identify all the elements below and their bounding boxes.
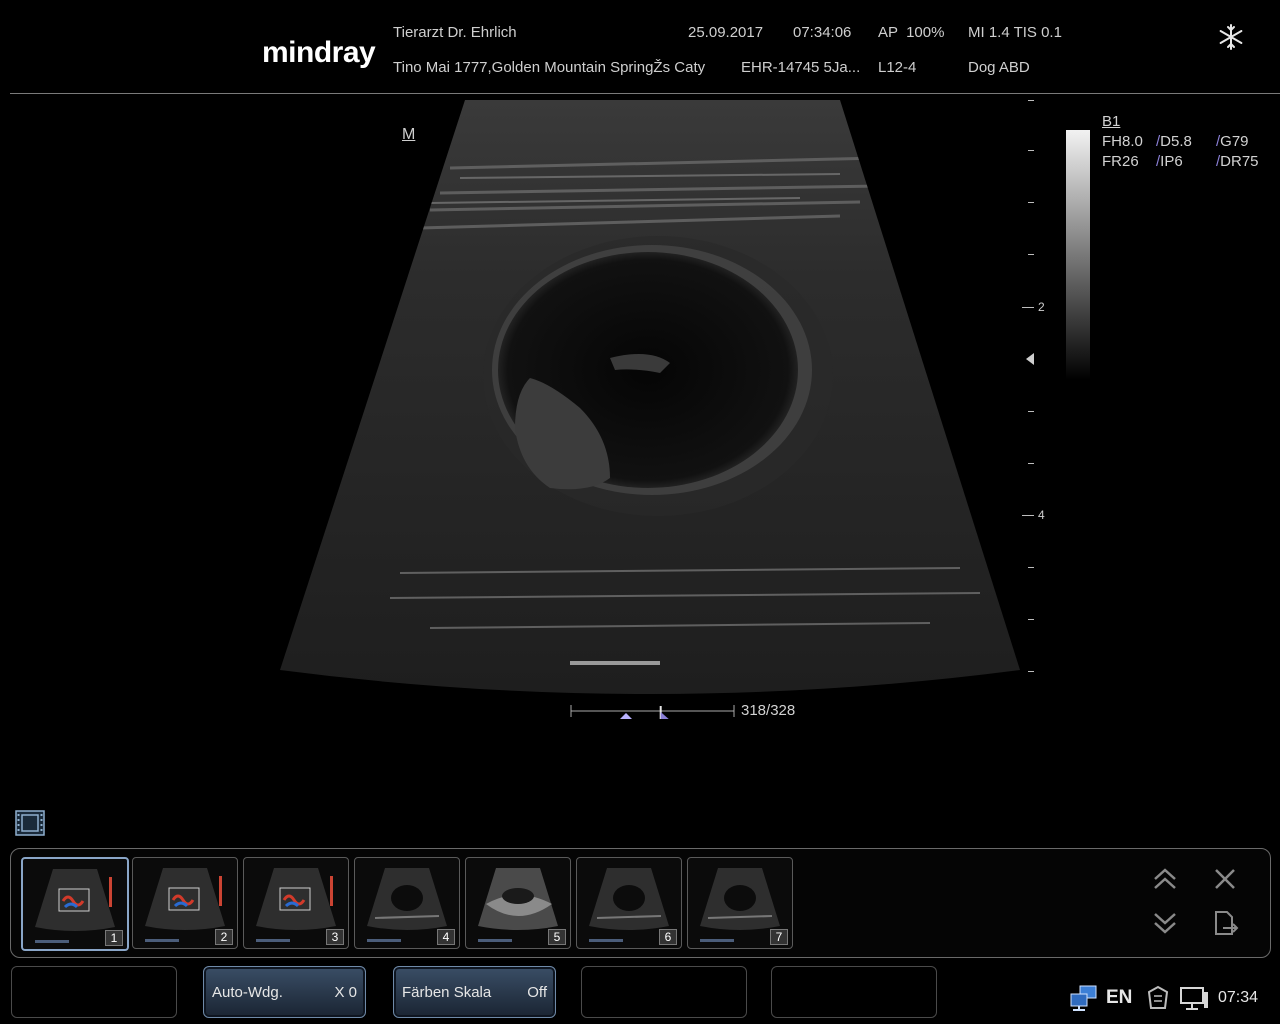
- softkey-button-4[interactable]: [581, 966, 747, 1018]
- thumbnail-info-bar: [35, 940, 69, 943]
- param-dr: DR75: [1220, 153, 1259, 170]
- mi-tis-index: MI 1.4 TIS 0.1: [968, 24, 1062, 41]
- exam-time: 07:34:06: [793, 24, 852, 41]
- param-row-2: FR26/IP6/DR75: [1102, 153, 1259, 170]
- thumbnail-number: 4: [437, 929, 455, 945]
- acoustic-power: AP 100%: [878, 24, 945, 41]
- thumbnail-number: 7: [770, 929, 788, 945]
- thumbnail-5[interactable]: 5: [465, 857, 571, 949]
- clinic-name: Tierarzt Dr. Ehrlich: [393, 24, 517, 41]
- thumbnail-number: 5: [548, 929, 566, 945]
- thumbnail-info-bar: [256, 939, 290, 942]
- param-g: G79: [1220, 133, 1249, 150]
- export-icon[interactable]: [1211, 909, 1239, 937]
- thumbnail-number: 6: [659, 929, 677, 945]
- param-title: B1: [1102, 113, 1121, 130]
- orientation-marker: M: [402, 126, 416, 143]
- gray-scale-bar: [1066, 130, 1090, 380]
- depth-tick: [1022, 515, 1034, 516]
- param-fh: FH8.0: [1102, 133, 1143, 150]
- thumbnail-number: 1: [105, 930, 123, 946]
- thumbnail-info-bar: [478, 939, 512, 942]
- thumbnail-info-bar: [145, 939, 179, 942]
- exam-date: 25.09.2017: [688, 24, 764, 41]
- thumbnail-info-bar: [589, 939, 623, 942]
- param-d: D5.8: [1160, 133, 1192, 150]
- softkey-button-1[interactable]: [11, 966, 177, 1018]
- printer-icon[interactable]: [1144, 984, 1172, 1012]
- depth-scale: 2 4: [1020, 98, 1060, 678]
- system-clock: 07:34: [1218, 989, 1259, 1006]
- depth-tick: [1028, 463, 1034, 464]
- patient-id: EHR-14745 5Ja...: [741, 59, 861, 76]
- patient-address: Tino Mai 1777,Golden Mountain SpringŽs C…: [393, 59, 706, 76]
- thumbnail-7[interactable]: 7: [687, 857, 793, 949]
- depth-tick: [1028, 150, 1034, 151]
- softkey-button-3[interactable]: Färben Skala Off: [393, 966, 556, 1018]
- cine-handle-icon[interactable]: [659, 706, 669, 719]
- depth-tick: [1028, 411, 1034, 412]
- thumbnail-image: [256, 868, 336, 930]
- thumbnail-image: [367, 868, 447, 930]
- softkey-button-5[interactable]: [771, 966, 937, 1018]
- film-strip-icon[interactable]: [14, 808, 46, 838]
- softkey-value: Off: [527, 984, 547, 1001]
- depth-tick: [1028, 671, 1034, 672]
- depth-tick: [1022, 307, 1034, 308]
- depth-tick: [1028, 619, 1034, 620]
- depth-label-4: 4: [1038, 508, 1045, 522]
- softkey-label: Färben Skala: [402, 984, 492, 1001]
- snowflake-icon[interactable]: [1216, 22, 1246, 52]
- close-icon[interactable]: [1211, 865, 1239, 893]
- depth-tick: [1028, 567, 1034, 568]
- thumbnail-1[interactable]: 1: [21, 857, 129, 951]
- scroll-up-icon[interactable]: [1151, 865, 1179, 893]
- depth-tick: [1028, 202, 1034, 203]
- thumbnail-4[interactable]: 4: [354, 857, 460, 949]
- thumbnail-number: 2: [215, 929, 233, 945]
- scroll-down-icon[interactable]: [1151, 909, 1179, 937]
- header-divider: [10, 93, 1280, 94]
- probe-name: L12-4: [878, 59, 917, 76]
- mindray-logo: mindray: [262, 36, 376, 69]
- display-icon[interactable]: [1178, 984, 1210, 1012]
- thumbnail-image: [145, 868, 225, 930]
- param-fr: FR26: [1102, 153, 1139, 170]
- depth-tick: [1028, 100, 1034, 101]
- ultrasound-image[interactable]: [280, 98, 1020, 700]
- language-indicator[interactable]: EN: [1106, 987, 1132, 1009]
- param-ip: IP6: [1160, 153, 1183, 170]
- exam-type: Dog ABD: [968, 59, 1030, 76]
- thumbnail-image: [589, 868, 669, 930]
- softkey-label: Auto-Wdg.: [212, 984, 283, 1001]
- thumbnail-info-bar: [700, 939, 734, 942]
- thumbnail-image: [478, 868, 558, 930]
- thumbnail-number: 3: [326, 929, 344, 945]
- frame-counter: 318/328: [741, 702, 796, 719]
- thumbnail-image: [35, 869, 115, 931]
- thumbnail-image: [700, 868, 780, 930]
- softkey-button-2[interactable]: Auto-Wdg. X 0: [203, 966, 366, 1018]
- depth-tick: [1028, 254, 1034, 255]
- thumbnail-info-bar: [367, 939, 401, 942]
- focus-marker-icon[interactable]: [1026, 353, 1034, 365]
- depth-label-2: 2: [1038, 300, 1045, 314]
- thumbnail-6[interactable]: 6: [576, 857, 682, 949]
- cine-progress-bar[interactable]: [570, 700, 735, 722]
- thumbnail-2[interactable]: 2: [132, 857, 238, 949]
- network-icon[interactable]: [1068, 984, 1100, 1012]
- thumbnail-panel: 1 2 3 4 5 6 7: [10, 848, 1271, 958]
- param-row-1: FH8.0/D5.8/G79: [1102, 133, 1249, 150]
- imaging-parameters: B1 FH8.0/D5.8/G79 FR26/IP6/DR75: [1102, 112, 1259, 172]
- thumbnail-3[interactable]: 3: [243, 857, 349, 949]
- softkey-value: X 0: [334, 984, 357, 1001]
